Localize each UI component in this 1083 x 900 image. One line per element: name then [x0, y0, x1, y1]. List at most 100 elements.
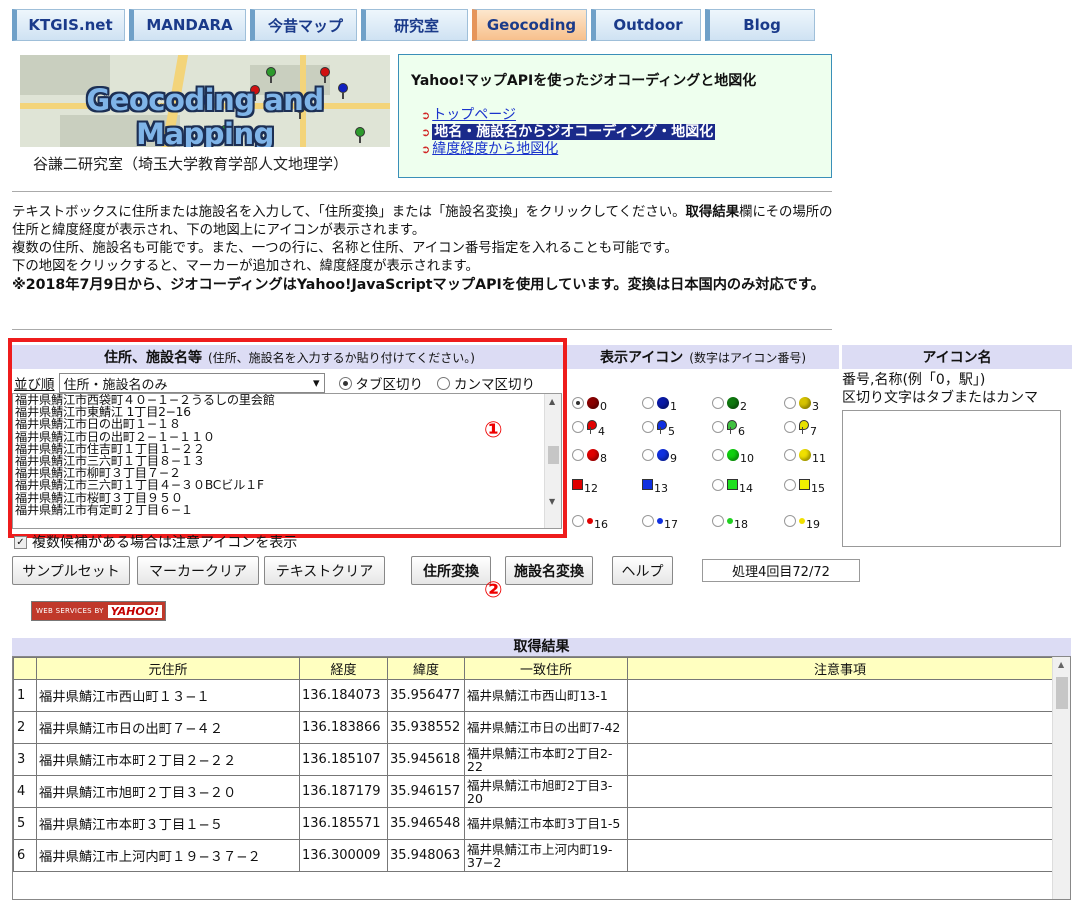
results-scrollbar[interactable]: ▲ [1052, 657, 1070, 899]
icon-option-8[interactable]: 8 [572, 448, 607, 465]
sample-set-button[interactable]: サンプルセット [12, 556, 130, 585]
table-cell: 福井県鯖江市西山町１３−１ [36, 679, 300, 712]
icon-number: 9 [670, 452, 677, 465]
icon-option-17[interactable]: 17 [642, 514, 678, 531]
column-header: 元住所 [36, 657, 300, 680]
icon-option-1[interactable]: 1 [642, 396, 677, 413]
facility-convert-button[interactable]: 施設名変換 [505, 556, 593, 585]
icon-radio[interactable] [572, 514, 584, 527]
link-latlon-mapping[interactable]: 緯度経度から地図化 [432, 141, 558, 157]
icon-option-19[interactable]: 19 [784, 514, 820, 531]
ball-marker-icon [587, 448, 599, 461]
icon-option-6[interactable]: 6 [712, 420, 745, 438]
nav-tab-geocoding[interactable]: Geocoding [472, 9, 587, 41]
warning-checkbox-row: ✓ 複数候補がある場合は注意アイコンを表示 [14, 532, 297, 552]
icon-grid: 0 1 2 3 4 5 6 7 8 9 10 11 12 13 14 15 16 17 18 19 [572, 392, 840, 547]
nav-tab-blog[interactable]: Blog [705, 9, 815, 41]
ball-marker-icon [657, 448, 669, 461]
table-cell: 35.945618 [387, 743, 465, 776]
icon-option-9[interactable]: 9 [642, 448, 677, 465]
icon-radio[interactable] [572, 396, 584, 409]
icon-radio[interactable] [712, 421, 724, 433]
text-clear-button[interactable]: テキストクリア [264, 556, 385, 585]
table-cell: 3 [13, 743, 37, 776]
nav-tab-outdoor[interactable]: Outdoor [591, 9, 701, 41]
icon-option-7[interactable]: 7 [784, 420, 817, 438]
icon-radio[interactable] [642, 448, 654, 461]
icon-panel-header: 表示アイコン (数字はアイコン番号) [567, 345, 839, 369]
table-cell: 福井県鯖江市本町３丁目１−５ [36, 807, 300, 840]
link-place-geocoding[interactable]: 地名・施設名からジオコーディング・地図化 [432, 124, 716, 140]
icon-option-5[interactable]: 5 [642, 420, 675, 438]
table-cell [627, 839, 1053, 872]
table-cell: 4 [13, 775, 37, 808]
table-cell [627, 807, 1053, 840]
scroll-up-icon[interactable]: ▲ [1058, 660, 1064, 669]
icon-radio[interactable] [784, 478, 796, 491]
icon-option-15[interactable]: 15 [784, 478, 825, 495]
yahoo-attribution-logo[interactable]: WEB SERVICES BY YAHOO! [31, 601, 166, 621]
iconname-textarea[interactable] [842, 410, 1061, 547]
column-header: 注意事項 [627, 657, 1053, 680]
marker-clear-button[interactable]: マーカークリア [137, 556, 259, 585]
icon-radio[interactable] [712, 396, 724, 409]
table-cell: 35.948063 [387, 839, 465, 872]
icon-radio[interactable] [642, 396, 654, 409]
banner-title: Geocoding and Mapping [86, 83, 324, 147]
nav-tab-mandara[interactable]: MANDARA [129, 9, 246, 41]
icon-option-3[interactable]: 3 [784, 396, 819, 413]
table-cell: 136.300009 [299, 839, 388, 872]
icon-option-14[interactable]: 14 [712, 478, 753, 495]
icon-radio[interactable] [784, 448, 796, 461]
link-top-page[interactable]: トップページ [432, 107, 516, 123]
icon-radio[interactable] [642, 514, 654, 527]
pin-marker-icon [657, 420, 667, 434]
icon-number: 7 [810, 424, 817, 438]
column-header: 緯度 [387, 657, 465, 680]
icon-radio[interactable] [712, 478, 724, 491]
icon-option-4[interactable]: 4 [572, 420, 605, 438]
icon-radio[interactable] [784, 421, 796, 433]
column-header: 一致住所 [464, 657, 628, 680]
icon-option-13[interactable]: 13 [642, 478, 668, 495]
icon-option-16[interactable]: 16 [572, 514, 608, 531]
icon-option-10[interactable]: 10 [712, 448, 754, 465]
desc-bold: 取得結果 [685, 205, 740, 220]
annotation-marker-1: ① [484, 418, 503, 443]
table-cell [627, 679, 1053, 712]
table-cell: 136.183866 [299, 711, 388, 744]
ball-marker-icon [799, 396, 811, 409]
table-cell: 136.187179 [299, 775, 388, 808]
help-button[interactable]: ヘルプ [612, 556, 673, 585]
icon-radio[interactable] [712, 514, 724, 527]
table-cell: 福井県鯖江市本町２丁目２−２２ [36, 743, 300, 776]
dot-marker-icon [587, 517, 593, 524]
dot-marker-icon [727, 517, 733, 524]
icon-radio[interactable] [784, 514, 796, 527]
table-cell: 35.938552 [387, 711, 465, 744]
icon-option-2[interactable]: 2 [712, 396, 747, 413]
icon-number: 11 [812, 452, 826, 465]
iconname-help: 番号,名称(例「0，駅」) 区切り文字はタブまたはカンマ [842, 372, 1038, 406]
table-cell: 5 [13, 807, 37, 840]
icon-radio[interactable] [572, 448, 584, 461]
table-cell: 福井県鯖江市旭町2丁目3-20 [464, 775, 628, 808]
table-cell: 35.946157 [387, 775, 465, 808]
table-row: 2 福井県鯖江市日の出町７−４２ 136.183866 35.938552 福井県鯖江市… [13, 711, 1053, 744]
address-convert-button[interactable]: 住所変換 [411, 556, 491, 585]
nav-tab-lab[interactable]: 研究室 [361, 9, 468, 41]
icon-option-11[interactable]: 11 [784, 448, 826, 465]
icon-radio[interactable] [642, 421, 654, 433]
table-cell: 6 [13, 839, 37, 872]
icon-radio[interactable] [712, 448, 724, 461]
icon-option-0[interactable]: 0 [572, 396, 607, 413]
pin-marker-icon [587, 420, 597, 434]
icon-option-18[interactable]: 18 [712, 514, 748, 531]
icon-radio[interactable] [572, 421, 584, 433]
nav-tab-konjaku[interactable]: 今昔マップ [250, 9, 357, 41]
nav-tab-ktgis[interactable]: KTGIS.net [12, 9, 125, 41]
icon-option-12[interactable]: 12 [572, 478, 598, 495]
icon-radio[interactable] [784, 396, 796, 409]
icon-number: 10 [740, 452, 754, 465]
warning-checkbox[interactable]: ✓ [14, 535, 27, 549]
